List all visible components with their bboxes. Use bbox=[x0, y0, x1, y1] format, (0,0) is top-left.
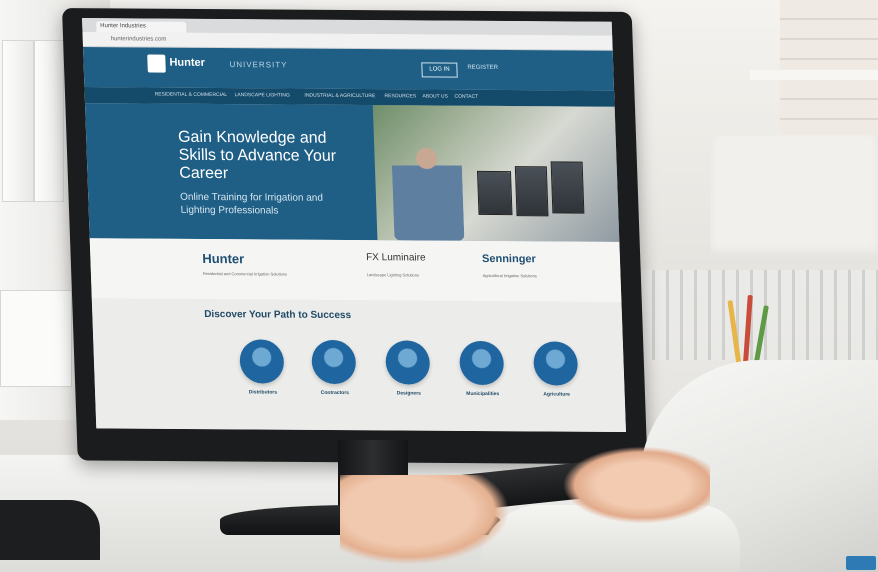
technician-figure bbox=[391, 140, 465, 241]
nav-item[interactable]: ABOUT US bbox=[422, 93, 448, 99]
brand-strip bbox=[89, 238, 622, 302]
nav-item[interactable]: RESIDENTIAL & COMMERCIAL bbox=[155, 92, 228, 99]
brand-hunter-sub: Residential and Commercial Irrigation So… bbox=[202, 270, 288, 277]
monitor-screen: Hunter Industries hunterindustries.com H… bbox=[82, 18, 626, 433]
logo-icon[interactable] bbox=[147, 54, 166, 73]
path-label[interactable]: Municipalities bbox=[448, 391, 518, 397]
binder bbox=[2, 40, 34, 202]
logo-subtitle: UNIVERSITY bbox=[229, 60, 288, 70]
path-label[interactable]: Distributors bbox=[228, 389, 298, 395]
corner-badge-icon bbox=[846, 556, 876, 570]
binder bbox=[34, 40, 64, 202]
brand-fx-luminaire[interactable]: FX Luminaire bbox=[366, 252, 426, 263]
brand-senninger[interactable]: Senninger bbox=[482, 253, 536, 265]
nav-item[interactable]: LANDSCAPE LIGHTING bbox=[234, 92, 289, 98]
register-link[interactable]: REGISTER bbox=[467, 65, 498, 71]
path-label[interactable]: Contractors bbox=[300, 390, 370, 396]
brand-fx-sub: Landscape Lighting Solutions bbox=[366, 272, 420, 278]
contractors-icon[interactable] bbox=[311, 339, 357, 385]
controller-panel bbox=[476, 170, 513, 216]
brand-senninger-sub: Agricultural Irrigation Solutions bbox=[482, 272, 537, 279]
url-text[interactable]: hunterindustries.com bbox=[111, 35, 311, 44]
distributors-icon[interactable] bbox=[239, 339, 285, 384]
left-hand bbox=[340, 475, 510, 565]
right-hand bbox=[560, 445, 710, 525]
brand-hunter[interactable]: Hunter bbox=[202, 251, 244, 266]
storage-box bbox=[0, 290, 72, 387]
hero-title: Gain Knowledge and Skills to Advance You… bbox=[177, 128, 337, 183]
controller-panel bbox=[514, 166, 549, 217]
window-shelf bbox=[750, 70, 878, 80]
path-label[interactable]: Agriculture bbox=[522, 391, 592, 397]
nav-item[interactable]: CONTACT bbox=[454, 94, 478, 100]
nav-item[interactable]: INDUSTRIAL & AGRICULTURE bbox=[304, 93, 375, 100]
controller-panel bbox=[550, 161, 585, 214]
site-logo[interactable]: Hunter bbox=[169, 57, 205, 69]
login-button[interactable]: LOG IN bbox=[421, 62, 458, 78]
discover-title: Discover Your Path to Success bbox=[204, 309, 352, 322]
nav-item[interactable]: RESOURCES bbox=[384, 93, 416, 99]
browser-tab[interactable]: Hunter Industries bbox=[96, 21, 187, 33]
hero-subtitle: Online Training for Irrigation and Light… bbox=[179, 191, 324, 217]
keyboard-left-edge bbox=[0, 500, 100, 560]
path-label[interactable]: Designers bbox=[374, 390, 444, 396]
cabinet bbox=[710, 135, 878, 255]
